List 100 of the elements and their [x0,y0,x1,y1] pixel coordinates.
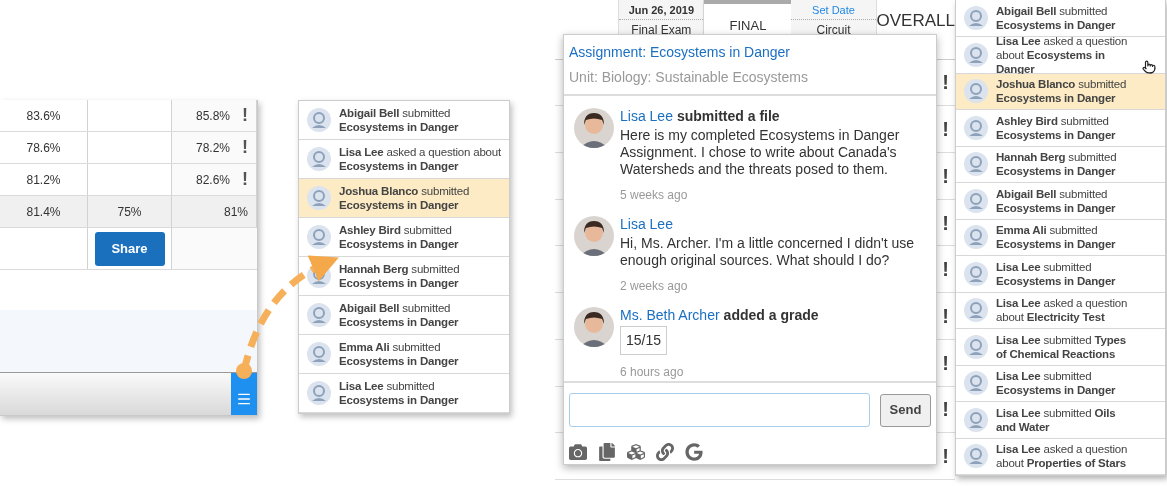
notification-item[interactable]: Abigail Bell submitted Ecosystems in Danger [299,101,509,140]
notification-text: Lisa Lee asked a question about Ecosystems in Danger [339,145,501,173]
notification-text: Lisa Lee submitted Types of Chemical Reactions [996,332,1127,361]
table-cell: 75% [88,196,172,227]
avatar-icon [964,115,988,140]
author-link[interactable]: Ms. Beth Archer [620,307,720,324]
action-text: added a grade [723,307,819,324]
share-button[interactable]: Share [94,231,165,266]
pointer-cursor-icon [1142,60,1156,74]
notification-text: Hannah Berg submitted Ecosystems in Danger [996,150,1118,179]
avatar-icon [964,42,988,67]
grade-value: 82.6% [195,171,230,189]
notification-text: Lisa Lee asked a question about Electricity Test [996,296,1129,325]
avatar-icon [964,334,988,359]
menu-button[interactable] [231,373,257,415]
flag-mark: ! [942,163,949,189]
grade-value: 85.8% [195,107,230,125]
notification-item[interactable]: Joshua Blanco submitted Ecosystems in Danger [956,73,1165,110]
message-text: Hi, Ms. Archer. I'm a little concerned I didn't use enough original sources. What should I do? [620,235,916,269]
timestamp: 2 weeks ago [620,278,689,295]
notification-item[interactable]: Lisa Lee submitted Ecosystems in Danger [299,374,509,413]
notification-text: Lisa Lee submitted Ecosystems in Danger [996,259,1117,288]
notification-text: Lisa Lee submitted Oils and Water [996,405,1117,434]
avatar [574,108,614,148]
google-icon [685,443,703,461]
notification-text: Ashley Bird submitted Ecosystems in Danger [996,113,1117,142]
avatar-icon [964,188,988,213]
avatar-icon [964,407,988,432]
avatar-icon [307,303,331,327]
flag-mark: ! [942,117,949,143]
notification-text: Abigail Bell submitted Ecosystems in Danger [339,106,460,134]
table-cell: 81.4% [0,196,88,227]
set-date-link[interactable]: Set Date [812,2,855,19]
unit-subtitle: Unit: Biology: Sustainable Ecosystems [569,68,809,87]
notification-item[interactable]: Emma Ali submitted Ecosystems in Danger [956,219,1165,256]
grade-box: 15/15 [620,326,668,355]
author-link[interactable]: Lisa Lee [620,108,673,125]
flag-mark: ! [942,210,949,236]
documents-icon [598,443,616,461]
notification-text: Joshua Blanco submitted Ecosystems in Danger [339,184,471,212]
notification-text: Emma Ali submitted Ecosystems in Danger [339,340,460,368]
avatar-icon [964,5,988,30]
flag-mark: ! [942,70,949,96]
column-date: Jun 26, 2019 [628,3,695,18]
table-cell: 83.6% [0,100,88,131]
message-text: Here is my completed Ecosystems in Danger Assignment. I chose to write about Canada's Watersheds and the threats posed to them. [620,127,901,178]
table-cell: 78.6% [0,132,88,163]
notification-text: Joshua Blanco submitted Ecosystems in Danger [996,77,1128,106]
notification-item[interactable]: Lisa Lee asked a question about Electricity Test [956,292,1165,329]
avatar-icon [964,79,988,104]
avatar-icon [307,342,331,366]
notification-item[interactable]: Lisa Lee submitted Ecosystems in Danger [956,256,1165,293]
avatar-icon [307,108,331,132]
notification-text: Lisa Lee submitted Ecosystems in Danger [996,369,1117,398]
avatar-icon [307,381,331,405]
notification-item[interactable]: Emma Ali submitted Ecosystems in Danger [299,335,509,374]
notification-text: Abigail Bell submitted Ecosystems in Danger [996,186,1117,215]
table-cell: 81.2% [0,164,88,195]
notification-item[interactable]: Lisa Lee asked a question about Properties of Stars [956,438,1165,475]
notification-text: Abigail Bell submitted Ecosystems in Danger [339,301,460,329]
send-button[interactable]: Send [880,393,931,427]
notification-item[interactable]: Hannah Berg submitted Ecosystems in Danger [299,257,509,296]
action-text: submitted a file [676,108,780,125]
flag-mark: ! [942,350,949,376]
cubes-icon [627,443,645,461]
author-link[interactable]: Lisa Lee [620,216,673,233]
flag-mark: ! [942,397,949,423]
notification-item[interactable]: Joshua Blanco submitted Ecosystems in Danger [299,179,509,218]
notification-item[interactable]: Hannah Berg submitted Ecosystems in Danger [956,146,1165,183]
flag-mark: ! [942,257,949,283]
notification-text: Lisa Lee submitted Ecosystems in Danger [339,379,460,407]
notification-text: Emma Ali submitted Ecosystems in Danger [996,223,1117,252]
notification-item[interactable]: Abigail Bell submitted Ecosystems in Danger [956,183,1165,220]
flag-mark: ! [242,136,248,159]
avatar-icon [307,225,331,249]
grade-value: 78.2% [195,139,230,157]
avatar [574,307,614,347]
notification-item[interactable]: Abigail Bell submitted Ecosystems in Danger [299,296,509,335]
avatar-icon [307,186,331,210]
notification-item[interactable]: Lisa Lee asked a question about Ecosystems in Danger [299,140,509,179]
notification-item[interactable]: Ashley Bird submitted Ecosystems in Danger [299,218,509,257]
menu-icon [236,391,252,407]
notification-item[interactable]: Lisa Lee submitted Types of Chemical Reactions [956,329,1165,366]
notification-item[interactable]: Ashley Bird submitted Ecosystems in Danger [956,110,1165,147]
notification-item[interactable]: Lisa Lee submitted Oils and Water [956,402,1165,439]
link-icon [656,443,674,461]
comment-input[interactable] [569,393,870,427]
table-cell: 81% [172,196,257,227]
avatar-icon [964,225,988,250]
avatar-icon [964,152,988,177]
avatar-icon [964,298,988,323]
avatar-icon [307,147,331,171]
avatar-icon [964,371,988,396]
notification-text: Lisa Lee asked a question about Properties of Stars [996,442,1129,471]
notification-text: Hannah Berg submitted Ecosystems in Danger [339,262,461,290]
avatar [574,216,614,256]
avatar-icon [964,261,988,286]
timestamp: 6 hours ago [620,364,685,381]
timestamp: 5 weeks ago [620,187,689,204]
notification-item[interactable]: Lisa Lee submitted Ecosystems in Danger [956,365,1165,402]
